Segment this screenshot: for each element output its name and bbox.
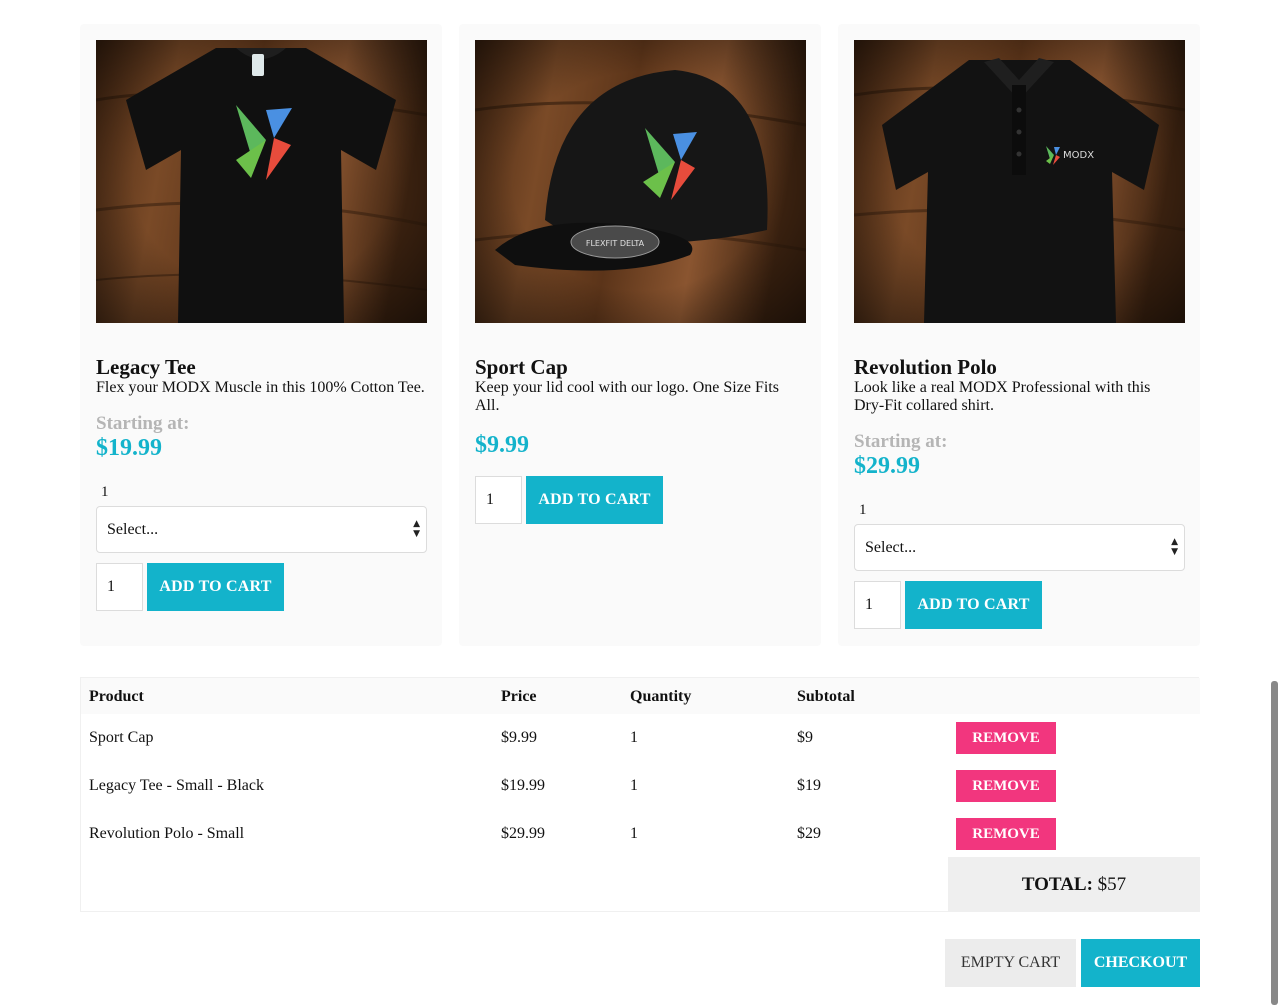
select-arrows-icon: ▲ ▼ bbox=[413, 519, 420, 539]
cell-product: Revolution Polo - Small bbox=[89, 825, 245, 842]
product-description: Look like a real MODX Professional with … bbox=[854, 379, 1151, 414]
cell-price: $19.99 bbox=[501, 777, 545, 794]
cart-total: TOTAL: $57 bbox=[948, 857, 1200, 912]
cell-subtotal: $9 bbox=[797, 729, 813, 746]
remove-button[interactable]: REMOVE bbox=[956, 770, 1056, 802]
product-price: $19.99 bbox=[96, 435, 162, 461]
cart-table: Product Price Quantity Subtotal Sport Ca… bbox=[80, 677, 1200, 912]
add-to-cart-button[interactable]: ADD TO CART bbox=[526, 476, 663, 524]
column-header-price: Price bbox=[501, 688, 537, 705]
column-header-subtotal: Subtotal bbox=[797, 688, 855, 705]
product-grid: Legacy Tee Flex your MODX Muscle in this… bbox=[80, 24, 1200, 646]
product-title: Legacy Tee bbox=[96, 355, 196, 379]
column-header-quantity: Quantity bbox=[630, 688, 692, 705]
total-value: $57 bbox=[1097, 874, 1127, 895]
add-to-cart-button[interactable]: ADD TO CART bbox=[147, 563, 284, 611]
cart-table-header: Product Price Quantity Subtotal bbox=[81, 678, 1200, 714]
quantity-label: 1 bbox=[101, 484, 109, 500]
variant-select-value: Select... bbox=[865, 539, 917, 556]
product-price: $9.99 bbox=[475, 432, 529, 458]
add-to-cart-button[interactable]: ADD TO CART bbox=[905, 581, 1042, 629]
quantity-label: 1 bbox=[859, 502, 867, 518]
checkout-button[interactable]: CHECKOUT bbox=[1081, 939, 1200, 987]
cell-price: $9.99 bbox=[501, 729, 537, 746]
cell-subtotal: $19 bbox=[797, 777, 821, 794]
starting-at-label: Starting at: bbox=[96, 413, 190, 434]
product-description: Flex your MODX Muscle in this 100% Cotto… bbox=[96, 379, 425, 396]
cell-quantity: 1 bbox=[630, 777, 638, 794]
starting-at-label: Starting at: bbox=[854, 431, 948, 452]
cell-quantity: 1 bbox=[630, 729, 638, 746]
product-card-revolution-polo: MODX Revolution Polo Look like a real MO… bbox=[838, 24, 1200, 646]
total-label: TOTAL: bbox=[1021, 874, 1093, 895]
empty-cart-button[interactable]: EMPTY CART bbox=[945, 939, 1076, 987]
quantity-input[interactable]: 1 bbox=[854, 581, 901, 629]
polo-logo-text: MODX bbox=[1063, 150, 1094, 161]
cap-badge-text: FLEXFIT DELTA bbox=[586, 239, 645, 248]
product-card-sport-cap: FLEXFIT DELTA Sport Cap Keep your lid co… bbox=[459, 24, 821, 646]
page-scrollbar[interactable] bbox=[1271, 681, 1278, 1005]
cell-quantity: 1 bbox=[630, 825, 638, 842]
variant-select[interactable]: Select... ▲ ▼ bbox=[96, 506, 427, 553]
product-card-legacy-tee: Legacy Tee Flex your MODX Muscle in this… bbox=[80, 24, 442, 646]
cell-product: Legacy Tee - Small - Black bbox=[89, 777, 264, 794]
product-title: Revolution Polo bbox=[854, 355, 997, 379]
variant-select[interactable]: Select... ▲ ▼ bbox=[854, 524, 1185, 571]
product-price: $29.99 bbox=[854, 453, 920, 479]
variant-select-value: Select... bbox=[107, 521, 159, 538]
product-image-legacy-tee[interactable] bbox=[96, 40, 427, 323]
quantity-input[interactable]: 1 bbox=[96, 563, 143, 611]
remove-button[interactable]: REMOVE bbox=[956, 818, 1056, 850]
remove-button[interactable]: REMOVE bbox=[956, 722, 1056, 754]
product-description: Keep your lid cool with our logo. One Si… bbox=[475, 379, 779, 414]
column-header-product: Product bbox=[89, 688, 144, 705]
product-image-sport-cap[interactable]: FLEXFIT DELTA bbox=[475, 40, 806, 323]
cell-subtotal: $29 bbox=[797, 825, 821, 842]
cell-price: $29.99 bbox=[501, 825, 545, 842]
product-title: Sport Cap bbox=[475, 355, 568, 379]
select-arrows-icon: ▲ ▼ bbox=[1171, 537, 1178, 557]
cell-product: Sport Cap bbox=[89, 729, 154, 746]
quantity-input[interactable]: 1 bbox=[475, 476, 522, 524]
product-image-revolution-polo[interactable]: MODX bbox=[854, 40, 1185, 323]
